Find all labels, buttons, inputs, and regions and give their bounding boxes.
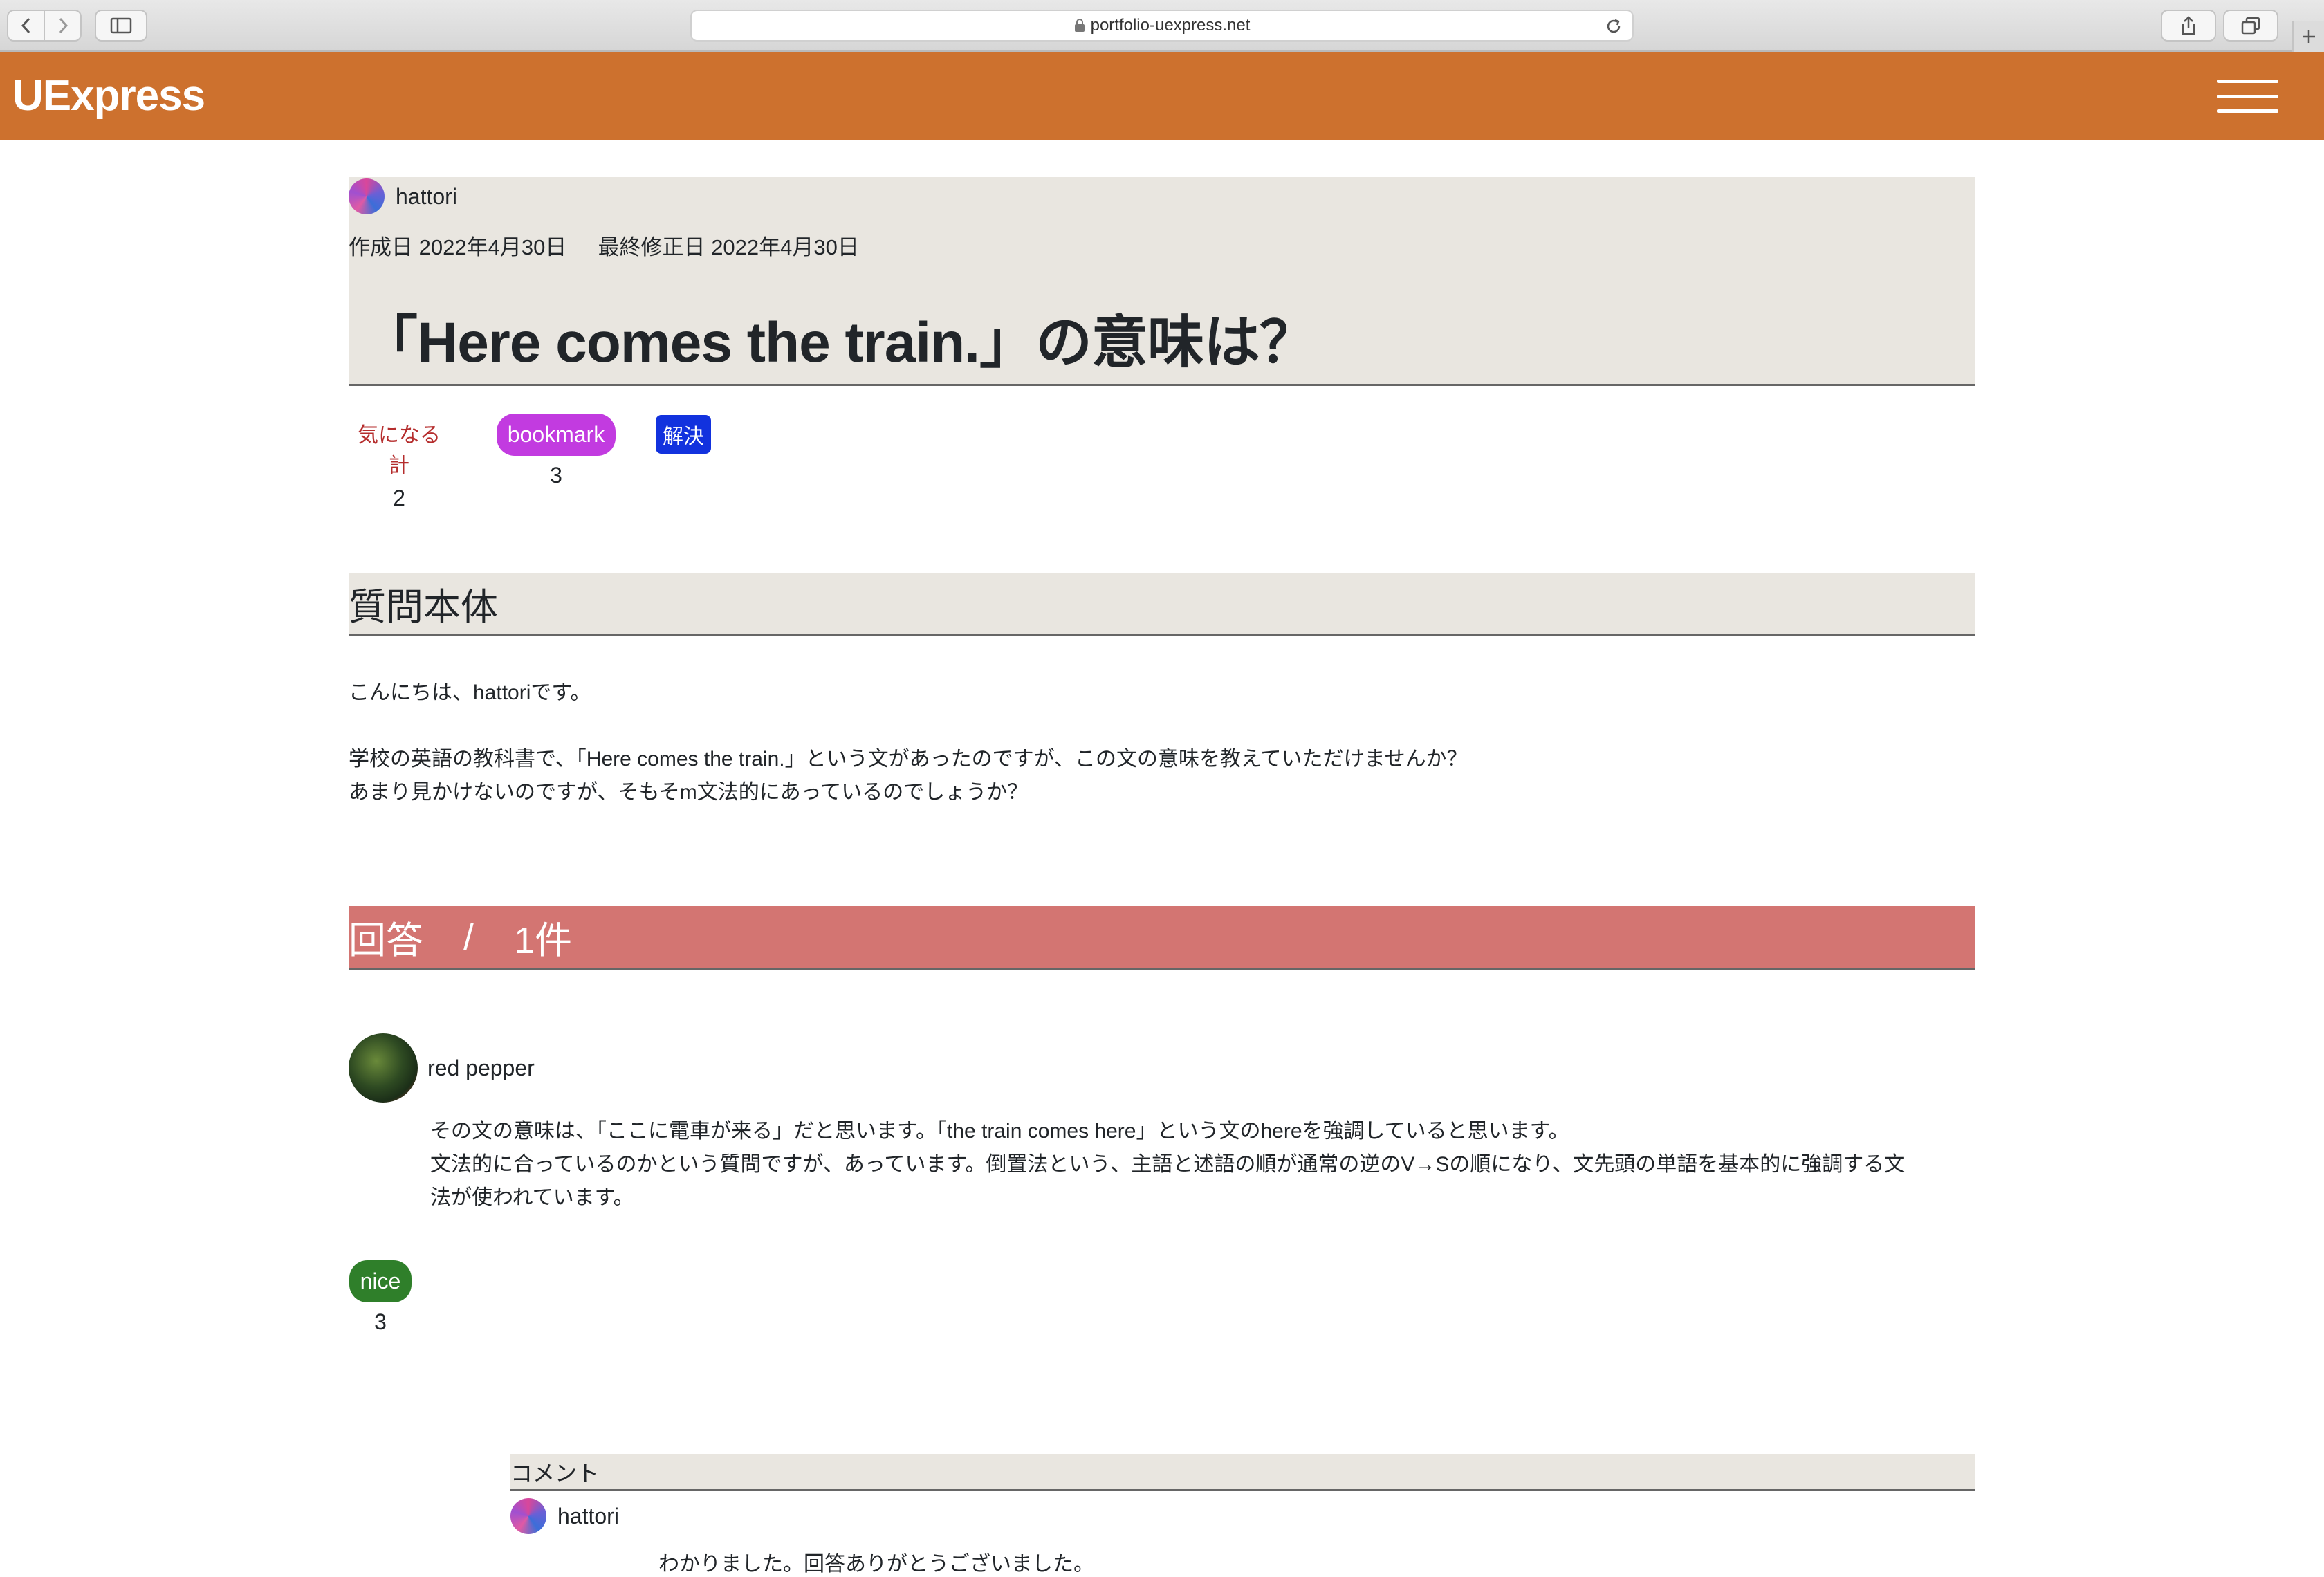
sidebar-toggle-button[interactable] <box>95 10 147 42</box>
modified-date: 2022年4月30日 <box>711 235 859 259</box>
tab-overview-button[interactable] <box>2223 10 2278 42</box>
new-tab-button[interactable] <box>2292 21 2324 52</box>
comment-heading: コメント <box>510 1454 1975 1491</box>
author-name: hattori <box>557 1503 619 1529</box>
answer-line: 文法的に合っているのかという質問ですが、あっています。倒置法という、主語と述語の… <box>430 1153 1906 1176</box>
created-label: 作成日 <box>349 235 413 259</box>
history-nav <box>7 10 82 42</box>
comment-body: わかりました。回答ありがとうございました。 <box>658 1553 1094 1576</box>
answers-separator: / <box>463 916 474 958</box>
interest-label[interactable]: 気になる計 <box>349 418 450 479</box>
bookmark-counter: bookmark 3 <box>492 414 620 488</box>
answers-count: 1件 <box>514 920 573 961</box>
chevron-left-icon <box>21 17 30 34</box>
avatar <box>349 1033 418 1103</box>
interest-counter[interactable]: 気になる計 2 <box>349 418 450 511</box>
sidebar-icon <box>110 17 132 34</box>
reload-icon[interactable] <box>1605 17 1623 35</box>
question-stats: 気になる計 2 bookmark 3 解決 <box>349 386 1975 573</box>
comment-section: コメント hattori わかりました。回答ありがとうございました。 <box>510 1454 1975 1577</box>
body-line: あまり見かけないのですが、そもそm文法的にあっているのでしょうか？ <box>349 781 1029 804</box>
bookmark-count: 3 <box>550 463 562 488</box>
back-button[interactable] <box>8 11 44 40</box>
answer-author[interactable]: red pepper <box>349 1033 535 1103</box>
answer-line: その文の意味は、「ここに電車が来る」だと思います。「the train come… <box>430 1120 1569 1143</box>
share-icon <box>2182 16 2195 35</box>
answer-body: その文の意味は、「ここに電車が来る」だと思います。「the train come… <box>430 1115 1910 1215</box>
modified-label: 最終修正日 <box>598 235 706 259</box>
question-body: こんにちは、hattoriです。 学校の英語の教科書で、「Here comes … <box>349 676 1975 809</box>
share-button[interactable] <box>2161 10 2216 42</box>
interest-count: 2 <box>393 486 405 510</box>
main-content: hattori 作成日 2022年4月30日 最終修正日 2022年4月30日 … <box>349 140 1975 1576</box>
question-header: hattori 作成日 2022年4月30日 最終修正日 2022年4月30日 … <box>349 177 1975 386</box>
chevron-right-icon <box>59 17 68 34</box>
bookmark-button[interactable]: bookmark <box>496 414 616 456</box>
question-body-heading: 質問本体 <box>349 573 1975 636</box>
answers-heading-label: 回答 <box>349 920 423 961</box>
site-header: UExpress <box>0 52 2324 140</box>
browser-toolbar: portfolio-uexpress.net <box>0 0 2324 52</box>
hamburger-menu-icon[interactable] <box>2217 80 2278 113</box>
address-bar[interactable]: portfolio-uexpress.net <box>690 10 1634 42</box>
brand-logo[interactable]: UExpress <box>12 71 205 120</box>
plus-icon <box>2303 30 2315 43</box>
status-badge: 解決 <box>656 415 711 454</box>
lock-icon <box>1074 19 1085 32</box>
answer-item: red pepper その文の意味は、「ここに電車が来る」だと思います。「the… <box>349 970 1975 1576</box>
nice-button[interactable]: nice <box>349 1260 412 1302</box>
avatar <box>349 178 385 214</box>
page-title: 「Here comes the train.」の意味は？ <box>361 311 1316 374</box>
author-name: hattori <box>396 183 457 209</box>
answer-line: 法が使われています。 <box>430 1186 634 1209</box>
created-date: 2022年4月30日 <box>418 235 567 259</box>
body-line: 学校の英語の教科書で、「Here comes the train.」という文があ… <box>349 748 1468 771</box>
tabs-icon <box>2241 17 2260 35</box>
avatar <box>510 1498 546 1534</box>
forward-button[interactable] <box>44 11 80 40</box>
nice-counter: nice 3 <box>349 1260 412 1335</box>
answers-heading: 回答 / 1件 <box>349 906 1975 970</box>
nice-count: 3 <box>374 1309 387 1334</box>
url-text: portfolio-uexpress.net <box>1090 16 1251 35</box>
author-name: red pepper <box>427 1055 535 1080</box>
question-author[interactable]: hattori <box>349 177 457 216</box>
comment-author[interactable]: hattori <box>510 1498 1975 1534</box>
question-dates: 作成日 2022年4月30日 最終修正日 2022年4月30日 <box>349 230 859 261</box>
body-line: こんにちは、hattoriです。 <box>349 681 591 704</box>
